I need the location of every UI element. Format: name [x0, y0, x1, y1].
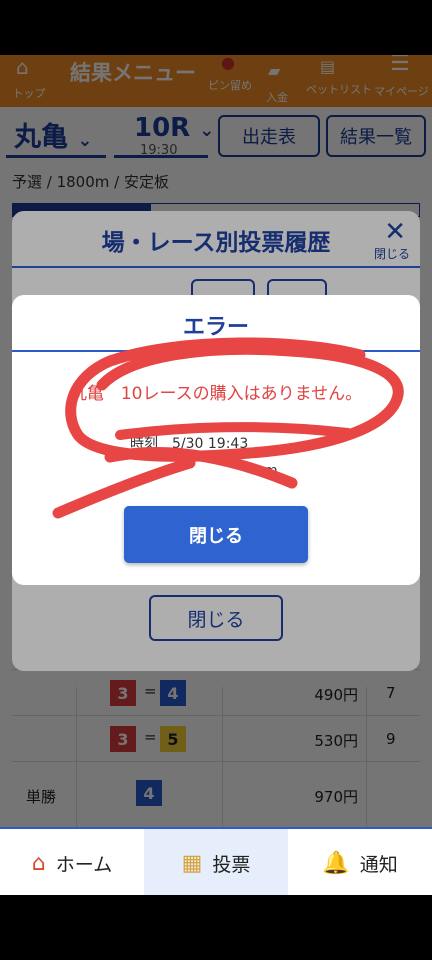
- error-dialog-divider: [12, 350, 420, 352]
- ticket-icon: ▦: [181, 850, 203, 876]
- app-screen: ⌂ トップ 結果メニュー ● ピン留め ▰ 入金 ▤ ベットリスト ☰ マイペー…: [0, 55, 432, 895]
- error-dialog: エラー 丸亀 10レースの購入はありません。 時刻 5/30 19:43 m 閉…: [12, 295, 420, 585]
- purchase-time-text: 時刻 5/30 19:43: [130, 436, 249, 452]
- partial-text: m: [264, 463, 278, 479]
- nav-notify[interactable]: 🔔 通知: [288, 829, 432, 895]
- nav-vote-label: 投票: [212, 853, 251, 876]
- house-icon: ⌂: [31, 850, 46, 876]
- bell-icon: 🔔: [322, 850, 350, 876]
- nav-home-label: ホーム: [55, 853, 113, 876]
- nav-home[interactable]: ⌂ ホーム: [0, 829, 144, 895]
- nav-notify-label: 通知: [359, 853, 398, 876]
- error-close-button[interactable]: 閉じる: [124, 506, 308, 563]
- nav-vote[interactable]: ▦ 投票: [144, 829, 288, 895]
- bottom-nav: ⌂ ホーム ▦ 投票 🔔 通知: [0, 827, 432, 895]
- error-dialog-title: エラー: [182, 315, 249, 340]
- error-message: 丸亀 10レースの購入はありません。: [69, 384, 363, 404]
